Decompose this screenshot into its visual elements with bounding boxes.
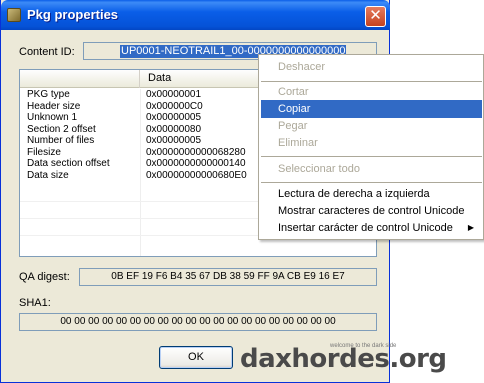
menu-item-select-all[interactable]: Seleccionar todo — [261, 160, 482, 178]
row-key: Data section offset — [27, 158, 110, 169]
row-value: 0x00000001 — [146, 89, 202, 100]
menu-item-paste[interactable]: Pegar — [261, 117, 482, 135]
package-icon — [7, 8, 21, 22]
row-key: Filesize — [27, 146, 61, 158]
row-key: PKG type — [27, 89, 70, 100]
menu-separator — [261, 182, 482, 183]
submenu-arrow-icon: ▶ — [467, 223, 474, 232]
ok-button[interactable]: OK — [159, 346, 233, 369]
row-value: 0x0000000000000140 — [146, 158, 246, 169]
row-value: 0x00000005 — [146, 112, 202, 123]
row-value: 0x000000C0 — [146, 100, 203, 112]
menu-item-delete[interactable]: Eliminar — [261, 134, 482, 152]
row-key: Data size — [27, 169, 69, 181]
menu-item-undo[interactable]: Deshacer — [261, 58, 482, 76]
sha1-label: SHA1: — [19, 297, 51, 309]
menu-item-copy[interactable]: Copiar — [261, 100, 482, 118]
context-menu: Deshacer Cortar Copiar Pegar Eliminar Se… — [258, 54, 484, 240]
qa-digest-label: QA digest: — [19, 271, 70, 283]
content-id-label: Content ID: — [19, 46, 75, 58]
row-value: 0x0000000000068280 — [146, 146, 246, 158]
row-value: 0x00000080 — [146, 123, 202, 135]
row-key: Number of files — [27, 135, 95, 146]
row-key: Section 2 offset — [27, 123, 96, 135]
title-bar[interactable]: Pkg properties ✕ — [1, 0, 390, 30]
menu-separator — [261, 81, 482, 82]
close-button[interactable]: ✕ — [365, 6, 386, 27]
menu-item-insert-unicode[interactable]: Insertar carácter de control Unicode ▶ — [261, 219, 482, 237]
row-key: Unknown 1 — [27, 112, 78, 123]
menu-item-show-unicode[interactable]: Mostrar caracteres de control Unicode — [261, 202, 482, 220]
sha1-field[interactable]: 00 00 00 00 00 00 00 00 00 00 00 00 00 0… — [19, 313, 377, 331]
menu-item-insert-unicode-label: Insertar carácter de control Unicode — [278, 222, 453, 234]
row-key: Header size — [27, 100, 81, 112]
watermark-tagline: welcome to the dark side — [330, 343, 397, 349]
qa-digest-field[interactable]: 0B EF 19 F6 B4 35 67 DB 38 59 FF 9A CB E… — [79, 268, 377, 286]
menu-item-cut[interactable]: Cortar — [261, 83, 482, 101]
menu-item-rtl-reading[interactable]: Lectura de derecha a izquierda — [261, 185, 482, 203]
row-value: 0x00000000000680E0 — [146, 169, 247, 181]
window-title: Pkg properties — [27, 7, 119, 22]
menu-separator — [261, 156, 482, 157]
row-value: 0x00000005 — [146, 135, 202, 146]
column-header-key[interactable] — [20, 70, 140, 88]
